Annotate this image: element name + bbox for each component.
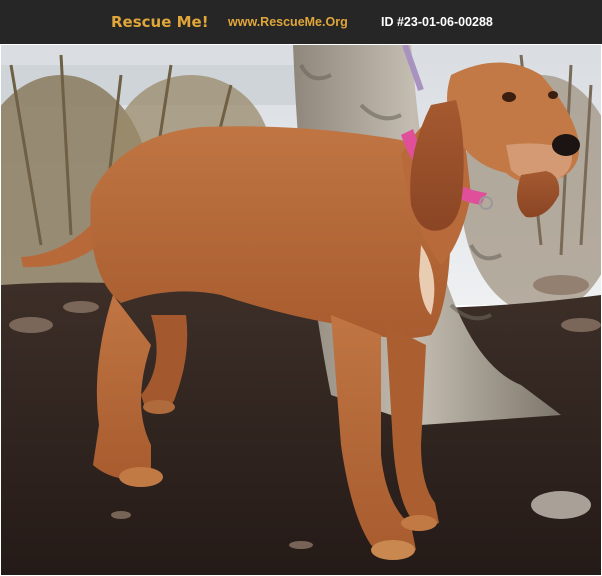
rescue-listing-image: Rescue Me! www.RescueMe.Org ID #23-01-06…	[0, 0, 602, 576]
dog-photo	[1, 45, 601, 575]
dog-photo-illustration	[1, 45, 601, 575]
brand-logo-text[interactable]: Rescue Me!	[111, 0, 209, 44]
ground-mulch	[1, 282, 601, 575]
site-url-link[interactable]: www.RescueMe.Org	[228, 0, 348, 44]
site-banner: Rescue Me! www.RescueMe.Org ID #23-01-06…	[0, 0, 602, 44]
pet-id-label: ID #23-01-06-00288	[381, 15, 493, 29]
